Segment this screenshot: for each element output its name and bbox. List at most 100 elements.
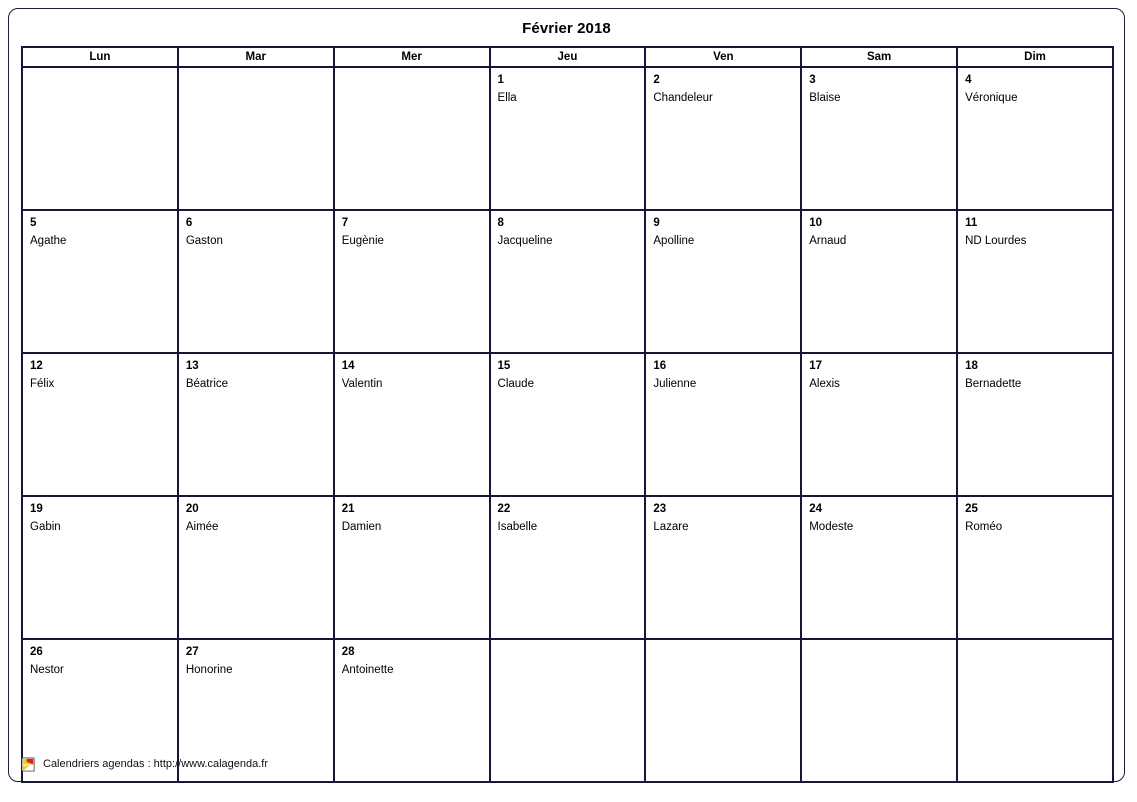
day-saint-name: Alexis [809,378,840,390]
day-cell[interactable]: 3 Blaise [800,66,959,211]
day-number: 22 [497,503,511,515]
day-cell-empty [956,638,1114,783]
day-cell[interactable]: 12 Félix [21,352,179,497]
day-cell[interactable]: 6 Gaston [176,209,335,354]
day-number: 28 [341,646,355,658]
weekday-header-row: Lun Mar Mer Jeu Ven Sam Dim [21,46,1114,68]
day-saint-name: Honorine [185,664,233,676]
day-saint-name: Gabin [30,521,61,533]
day-saint-name: Claude [497,378,534,390]
day-cell[interactable]: 23 Lazare [644,495,803,640]
day-number: 17 [809,360,823,372]
day-saint-name: Ella [497,92,517,104]
day-cell-empty [21,66,179,211]
day-saint-name: Béatrice [185,378,229,390]
day-number: 16 [653,360,667,372]
day-cell[interactable]: 17 Alexis [800,352,959,497]
day-number: 18 [965,360,978,372]
day-saint-name: Agathe [30,235,67,247]
day-cell[interactable]: 16 Julienne [644,352,803,497]
day-number: 21 [341,503,355,515]
day-saint-name: Nestor [30,664,64,676]
weekday-header-sam: Sam [800,46,959,68]
day-number: 9 [653,217,660,229]
day-number: 15 [497,360,511,372]
day-cell[interactable]: 24 Modeste [800,495,959,640]
day-cell[interactable]: 8 Jacqueline [488,209,647,354]
day-saint-name: Modeste [809,521,854,533]
day-cell[interactable]: 21 Damien [332,495,491,640]
day-saint-name: Isabelle [497,521,538,533]
day-cell[interactable]: 5 Agathe [21,209,179,354]
day-saint-name: Chandeleur [653,92,713,104]
day-number: 23 [653,503,667,515]
calendar-grid: Lun Mar Mer Jeu Ven Sam Dim 1 Ella 2 Chandeleur 3 B… [21,46,1114,783]
day-number: 10 [809,217,823,229]
day-saint-name: Julienne [653,378,697,390]
day-saint-name: Véronique [965,92,1018,104]
day-cell[interactable]: 25 Roméo [956,495,1114,640]
day-saint-name: ND Lourdes [965,235,1027,247]
weekday-header-dim: Dim [956,46,1114,68]
day-saint-name: Jacqueline [497,235,553,247]
day-saint-name: Bernadette [965,378,1022,390]
weekday-header-ven: Ven [644,46,803,68]
day-number: 26 [30,646,43,658]
day-cell[interactable]: 15 Claude [488,352,647,497]
day-saint-name: Roméo [965,521,1003,533]
day-saint-name: Aimée [185,521,219,533]
day-number: 1 [497,74,504,86]
day-number: 13 [185,360,199,372]
day-cell[interactable]: 2 Chandeleur [644,66,803,211]
day-cell[interactable]: 11 ND Lourdes [956,209,1114,354]
day-number: 4 [965,74,972,86]
day-saint-name: Lazare [653,521,689,533]
day-saint-name: Damien [341,521,382,533]
day-number: 11 [965,217,978,229]
day-number: 25 [965,503,978,515]
day-number: 3 [809,74,816,86]
day-cell[interactable]: 28 Antoinette [332,638,491,783]
footer-credit-text: Calendriers agendas : http://www.calagen… [43,758,269,770]
day-cell[interactable]: 22 Isabelle [488,495,647,640]
day-saint-name: Blaise [809,92,841,104]
day-cell[interactable]: 14 Valentin [332,352,491,497]
day-number: 14 [341,360,355,372]
day-cell-empty [488,638,647,783]
day-cell[interactable]: 10 Arnaud [800,209,959,354]
day-cell-empty [800,638,959,783]
day-cell-empty [332,66,491,211]
day-cell[interactable]: 19 Gabin [21,495,179,640]
day-number: 24 [809,503,823,515]
calendar-week-row: 12 Félix 13 Béatrice 14 Valentin 15 Claude 16 Jul… [21,352,1114,497]
day-saint-name: Antoinette [341,664,394,676]
day-cell[interactable]: 1 Ella [488,66,647,211]
day-number: 5 [30,217,37,229]
day-cell[interactable]: 13 Béatrice [176,352,335,497]
day-saint-name: Félix [30,378,55,390]
day-cell-empty [644,638,803,783]
weekday-header-lun: Lun [21,46,179,68]
page-title: Février 2018 [522,20,611,37]
day-number: 12 [30,360,43,372]
calendar-frame: Février 2018 Lun Mar Mer Jeu Ven Sam Dim 1 Ella… [8,8,1125,783]
day-cell[interactable]: 4 Véronique [956,66,1114,211]
day-number: 20 [185,503,199,515]
footer: Calendriers agendas : http://www.calagen… [21,754,268,774]
weekday-header-jeu: Jeu [488,46,647,68]
day-saint-name: Gaston [185,235,223,247]
day-cell-empty [176,66,335,211]
day-number: 7 [341,217,349,229]
weekday-header-mer: Mer [332,46,491,68]
day-cell[interactable]: 7 Eugènie [332,209,491,354]
day-number: 2 [653,74,660,86]
calendar-week-row: 1 Ella 2 Chandeleur 3 Blaise 4 Véronique [21,66,1114,211]
day-cell[interactable]: 9 Apolline [644,209,803,354]
day-number: 27 [185,646,199,658]
day-saint-name: Eugènie [341,235,384,247]
day-number: 19 [30,503,43,515]
day-cell[interactable]: 18 Bernadette [956,352,1114,497]
day-cell[interactable]: 20 Aimée [176,495,335,640]
day-number: 8 [497,217,504,229]
day-saint-name: Valentin [341,378,383,390]
